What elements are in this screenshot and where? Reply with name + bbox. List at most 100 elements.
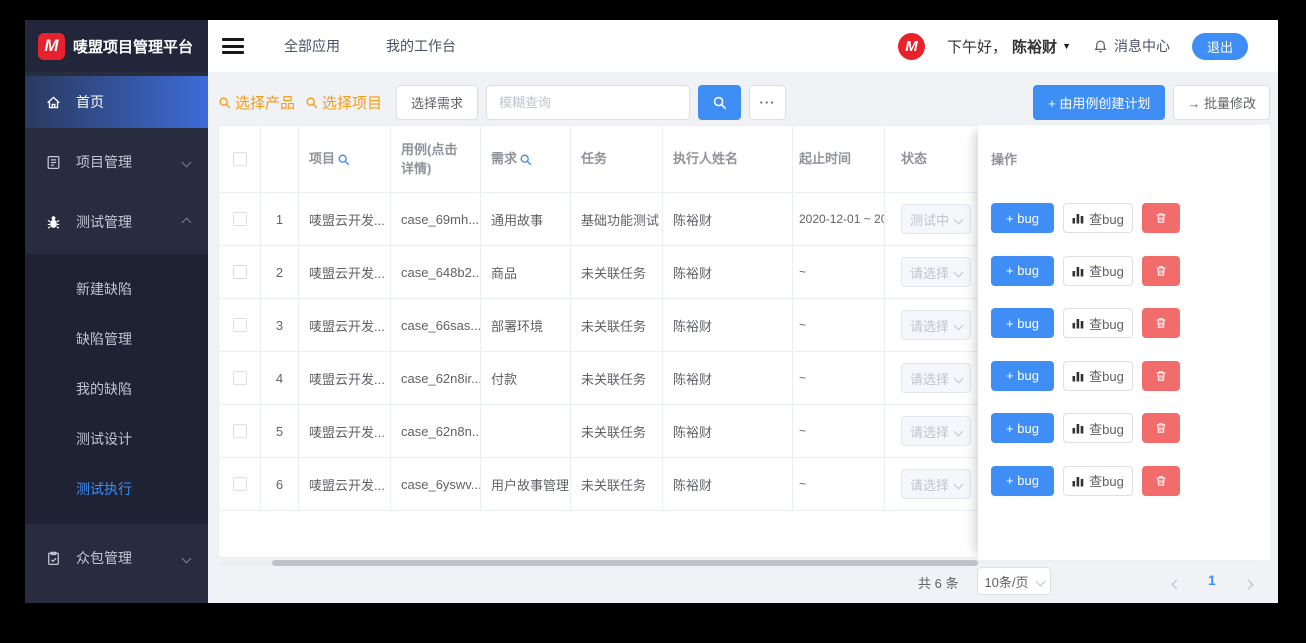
header-right: M 下午好， 陈裕财 ▼ 消息中心 退出 xyxy=(898,32,1248,60)
project-cell: 唛盟云开发... xyxy=(299,405,391,457)
nav-all-apps[interactable]: 全部应用 xyxy=(284,36,340,56)
delete-button[interactable] xyxy=(1142,360,1180,391)
sidebar-item-crowd-mgmt[interactable]: 众包管理 xyxy=(25,532,208,584)
status-select[interactable]: 请选择 xyxy=(901,363,971,393)
avatar[interactable]: M xyxy=(898,32,926,60)
view-bug-label: 查bug xyxy=(1089,211,1124,227)
add-bug-button[interactable]: + bug xyxy=(991,360,1054,391)
case-cell[interactable]: case_69mh... xyxy=(391,193,481,245)
case-cell[interactable]: case_62n8n... xyxy=(391,405,481,457)
message-center[interactable]: 消息中心 xyxy=(1093,36,1170,56)
select-product-link[interactable]: 选择产品 xyxy=(218,92,295,113)
view-bug-button[interactable]: 查bug xyxy=(1063,308,1133,339)
sidebar-item-new-defect[interactable]: 新建缺陷 xyxy=(25,264,208,314)
view-bug-button[interactable]: 查bug xyxy=(1063,465,1133,496)
view-bug-button[interactable]: 查bug xyxy=(1063,360,1133,391)
sidebar-item-test-design[interactable]: 测试设计 xyxy=(25,414,208,464)
executor-cell: 陈裕财 xyxy=(663,193,793,245)
select-project-link[interactable]: 选择项目 xyxy=(305,92,382,113)
delete-button[interactable] xyxy=(1142,413,1180,444)
horizontal-scrollbar-thumb[interactable] xyxy=(272,560,978,566)
status-select[interactable]: 请选择 xyxy=(901,310,971,340)
toolbar: 选择产品 选择项目 选择需求 ··· + 由用例创建计划 → 批量修改 xyxy=(218,84,1270,120)
task-cell: 未关联任务 xyxy=(571,405,663,457)
add-bug-button[interactable]: + bug xyxy=(991,203,1054,234)
row-checkbox[interactable] xyxy=(232,477,247,491)
chevron-down-icon xyxy=(953,214,964,224)
case-cell[interactable]: case_62n8ir... xyxy=(391,352,481,404)
more-actions-button[interactable]: ··· xyxy=(749,84,787,120)
sidebar-item-home[interactable]: 首页 xyxy=(25,76,208,128)
select-all-checkbox[interactable] xyxy=(232,152,247,166)
select-product-label: 选择产品 xyxy=(235,94,296,112)
select-requirement-button[interactable]: 选择需求 xyxy=(396,84,479,120)
delete-button[interactable] xyxy=(1142,203,1180,234)
executor-cell: 陈裕财 xyxy=(663,458,793,510)
case-cell[interactable]: case_66sas... xyxy=(391,299,481,351)
fuzzy-search-input[interactable] xyxy=(486,84,691,120)
search-button[interactable] xyxy=(698,84,742,120)
batch-edit-button[interactable]: → 批量修改 xyxy=(1173,84,1270,120)
status-value: 请选择 xyxy=(910,371,948,387)
hamburger-menu-icon[interactable] xyxy=(222,35,244,58)
top-nav: 全部应用 我的工作台 xyxy=(284,36,456,56)
add-bug-button[interactable]: + bug xyxy=(991,308,1054,339)
delete-button[interactable] xyxy=(1142,255,1180,286)
create-plan-from-case-button[interactable]: + 由用例创建计划 xyxy=(1033,84,1166,120)
task-cell: 未关联任务 xyxy=(571,299,663,351)
trash-icon xyxy=(1156,213,1166,223)
search-icon[interactable] xyxy=(519,153,532,166)
user-menu[interactable]: 下午好， 陈裕财 ▼ xyxy=(947,36,1071,57)
row-index-cell: 2 xyxy=(261,246,299,298)
time-cell: ~ xyxy=(793,458,885,510)
logout-button[interactable]: 退出 xyxy=(1191,32,1248,60)
chevron-down-icon xyxy=(953,267,964,277)
sidebar-item-label: 首页 xyxy=(76,94,104,110)
view-bug-button[interactable]: 查bug xyxy=(1063,203,1133,234)
sidebar-item-label: 项目管理 xyxy=(76,154,132,170)
row-checkbox[interactable] xyxy=(232,318,247,332)
header-cell-time: 起止时间 xyxy=(793,126,885,192)
test-mgmt-submenu: 新建缺陷 缺陷管理 我的缺陷 测试设计 测试执行 xyxy=(25,254,208,524)
sidebar-item-project-mgmt[interactable]: 项目管理 xyxy=(25,136,208,188)
chevron-down-icon xyxy=(181,553,192,563)
brand-logo: M xyxy=(38,32,65,60)
status-select[interactable]: 请选择 xyxy=(901,469,971,499)
row-checkbox[interactable] xyxy=(232,424,247,438)
row-checkbox[interactable] xyxy=(232,265,247,279)
add-bug-button[interactable]: + bug xyxy=(991,255,1054,286)
column-label: 用例(点击详情) xyxy=(401,141,458,177)
operations-row: + bug 查bug xyxy=(978,297,1270,350)
status-select[interactable]: 请选择 xyxy=(901,416,971,446)
next-page-button[interactable] xyxy=(1243,576,1254,591)
current-page-number[interactable]: 1 xyxy=(1208,572,1216,588)
row-index-cell: 1 xyxy=(261,193,299,245)
case-cell[interactable]: case_648b2... xyxy=(391,246,481,298)
nav-my-workbench[interactable]: 我的工作台 xyxy=(386,36,456,56)
trash-icon xyxy=(1156,265,1166,276)
sidebar-item-my-defects[interactable]: 我的缺陷 xyxy=(25,364,208,414)
chevron-right-icon xyxy=(1243,579,1254,590)
sidebar-item-test-execution[interactable]: 测试执行 xyxy=(25,464,208,514)
status-select[interactable]: 请选择 xyxy=(901,257,971,287)
add-bug-button[interactable]: + bug xyxy=(991,465,1054,496)
view-bug-button[interactable]: 查bug xyxy=(1063,413,1133,444)
status-select[interactable]: 测试中 xyxy=(901,204,971,234)
delete-button[interactable] xyxy=(1142,465,1180,496)
view-bug-button[interactable]: 查bug xyxy=(1063,255,1133,286)
page-size-select[interactable]: 10条/页 xyxy=(977,567,1051,595)
add-bug-button[interactable]: + bug xyxy=(991,413,1054,444)
delete-button[interactable] xyxy=(1142,308,1180,339)
row-checkbox[interactable] xyxy=(232,212,247,226)
search-icon[interactable] xyxy=(337,153,350,166)
sidebar-item-partial[interactable] xyxy=(25,592,208,603)
horizontal-scrollbar-track xyxy=(220,560,978,566)
case-cell[interactable]: case_6yswv... xyxy=(391,458,481,510)
sidebar-item-defect-mgmt[interactable]: 缺陷管理 xyxy=(25,314,208,364)
column-label: 任务 xyxy=(581,151,608,167)
prev-page-button[interactable] xyxy=(1171,576,1182,591)
project-cell: 唛盟云开发... xyxy=(299,246,391,298)
row-checkbox[interactable] xyxy=(232,371,247,385)
sidebar-item-test-mgmt[interactable]: 测试管理 xyxy=(25,196,208,248)
project-cell: 唛盟云开发... xyxy=(299,299,391,351)
